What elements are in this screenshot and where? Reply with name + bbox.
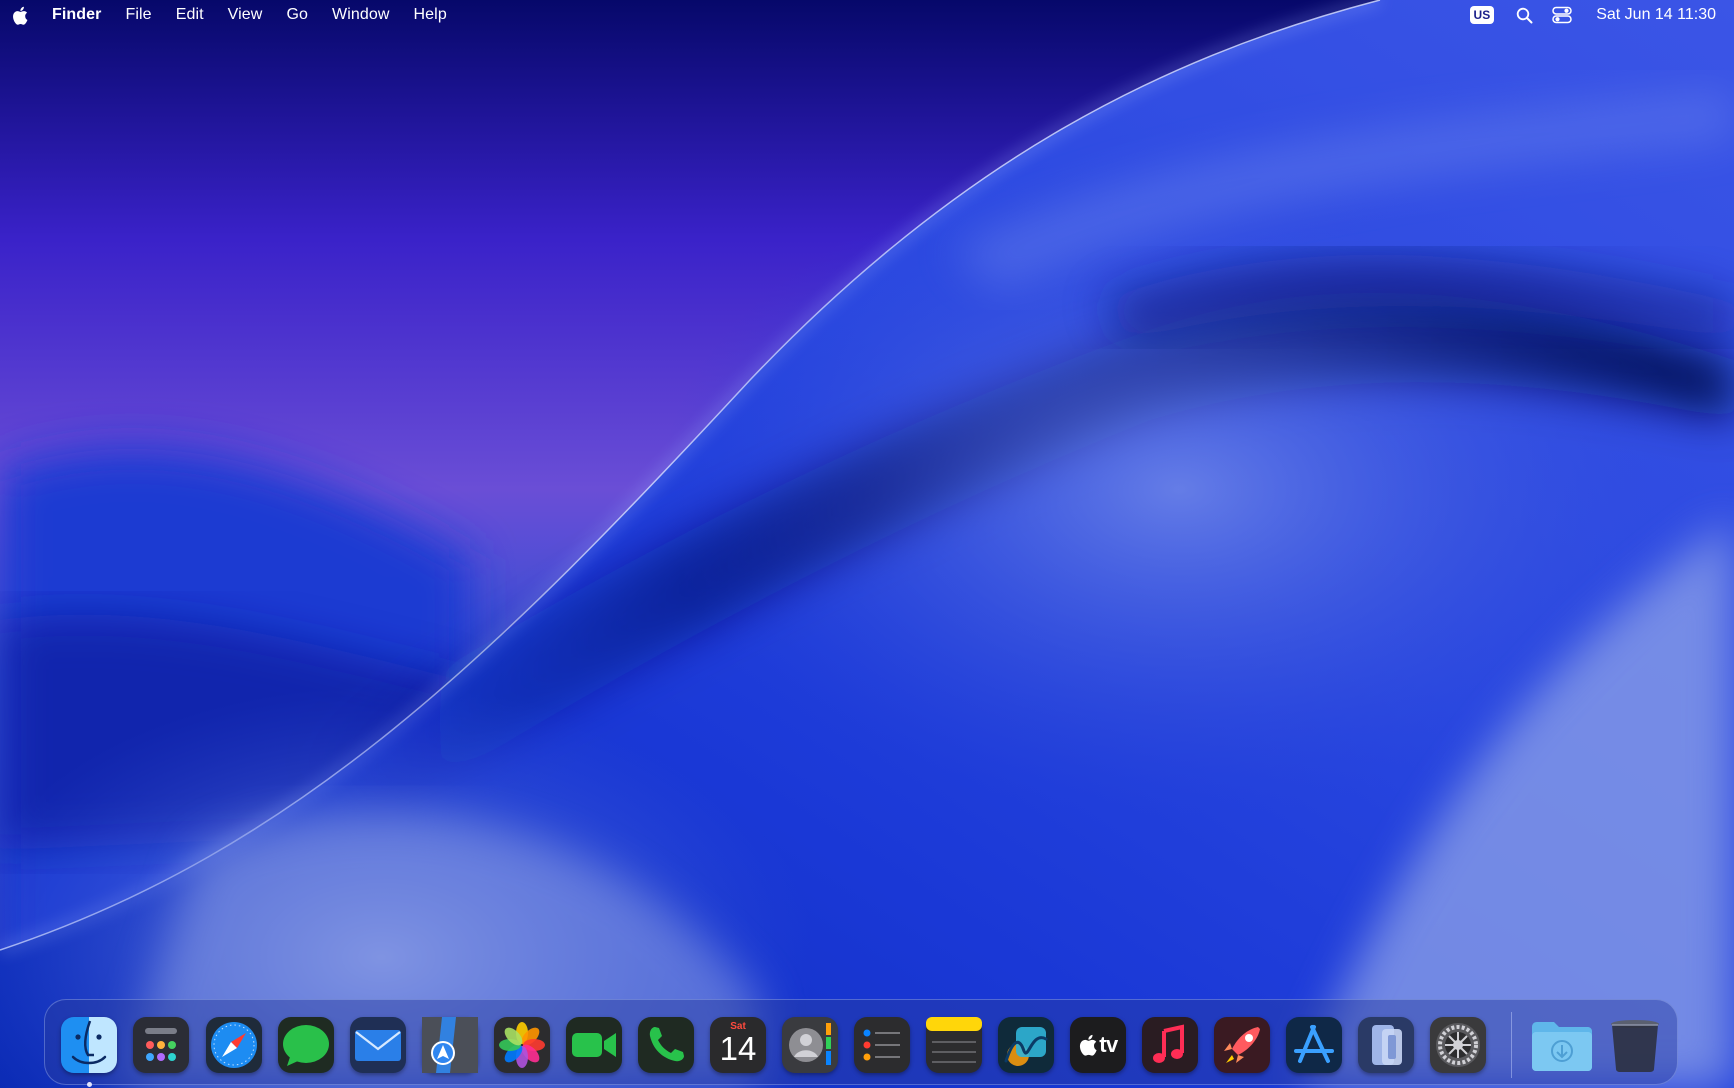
menu-edit[interactable]: Edit [176, 6, 204, 24]
menu-app-finder[interactable]: Finder [52, 6, 102, 24]
phone-icon[interactable] [638, 1017, 694, 1073]
iphone-mirroring-icon[interactable] [1358, 1017, 1414, 1073]
apple-tv-label: tv [1099, 1032, 1118, 1057]
desktop-wallpaper [0, 0, 1734, 1088]
contacts-icon[interactable] [782, 1017, 838, 1073]
menu-view[interactable]: View [228, 6, 263, 24]
facetime-icon[interactable] [566, 1017, 622, 1073]
rocket-icon[interactable] [1214, 1017, 1270, 1073]
photos-icon[interactable] [494, 1017, 550, 1073]
spotlight-search-icon[interactable] [1514, 5, 1534, 25]
finder-icon[interactable] [61, 1017, 117, 1073]
input-source-badge[interactable]: US [1469, 6, 1495, 24]
calendar-icon[interactable]: Sat 14 [710, 1017, 766, 1073]
dock-separator [1511, 1012, 1512, 1078]
downloads-folder-icon[interactable] [1530, 1017, 1594, 1073]
mail-icon[interactable] [350, 1017, 406, 1073]
menu-clock[interactable]: Sat Jun 14 11:30 [1596, 6, 1716, 24]
menu-window[interactable]: Window [332, 6, 390, 24]
menu-help[interactable]: Help [414, 6, 447, 24]
apple-tv-icon[interactable]: tv [1070, 1017, 1126, 1073]
apple-logo-icon[interactable] [12, 5, 30, 25]
finder-running-indicator [87, 1082, 92, 1087]
control-center-icon[interactable] [1552, 5, 1572, 25]
music-icon[interactable] [1142, 1017, 1198, 1073]
safari-icon[interactable] [206, 1017, 262, 1073]
calendar-day-number: 14 [719, 1030, 757, 1067]
menu-file[interactable]: File [126, 6, 152, 24]
freeform-icon[interactable] [998, 1017, 1054, 1073]
app-store-icon[interactable] [1286, 1017, 1342, 1073]
notes-icon[interactable] [926, 1017, 982, 1073]
menu-go[interactable]: Go [286, 6, 308, 24]
system-settings-icon[interactable] [1430, 1017, 1486, 1073]
reminders-icon[interactable] [854, 1017, 910, 1073]
maps-icon[interactable] [422, 1017, 478, 1073]
launchpad-icon[interactable] [133, 1017, 189, 1073]
messages-icon[interactable] [278, 1017, 334, 1073]
trash-icon[interactable] [1608, 1017, 1662, 1073]
menu-bar: Finder File Edit View Go Window Help US … [0, 0, 1734, 30]
